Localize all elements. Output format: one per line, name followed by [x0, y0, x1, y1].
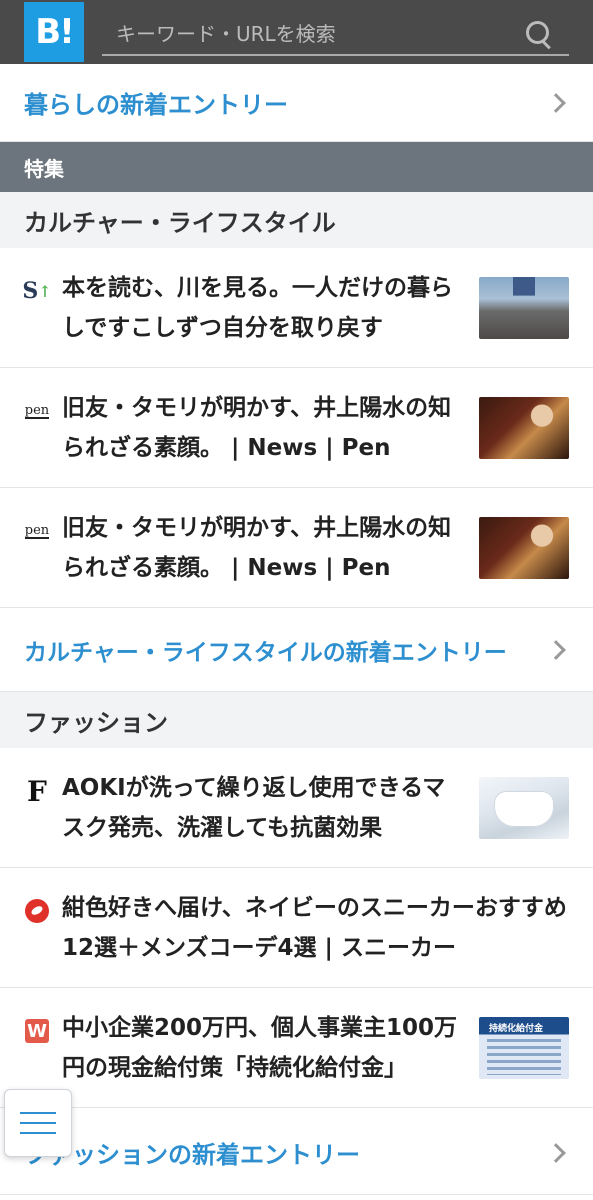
pen-icon: pen — [24, 522, 50, 539]
entry-item[interactable]: pen 旧友・タモリが明かす、井上陽水の知られざる素顔。 | News | Pe… — [0, 368, 593, 488]
hamburger-line — [20, 1122, 56, 1124]
category-more-link[interactable]: ファッションの新着エントリー — [0, 1111, 593, 1195]
entry-thumbnail[interactable]: 持続化給付金 — [479, 1016, 569, 1079]
hamburger-line — [20, 1112, 56, 1114]
entry-item[interactable]: W 中小企業200万円、個人事業主100万円の現金給付策「持続化給付金」 持続化… — [0, 988, 593, 1108]
entry-thumbnail[interactable] — [479, 396, 569, 459]
w-icon: W — [24, 1018, 50, 1044]
pen-icon: pen — [24, 402, 50, 419]
chevron-right-icon — [546, 92, 566, 113]
top-bar: B! — [0, 0, 593, 64]
entry-thumbnail[interactable] — [479, 276, 569, 339]
chevron-right-icon — [546, 639, 566, 660]
entry-thumbnail[interactable] — [479, 516, 569, 579]
category-more-link[interactable]: カルチャー・ライフスタイルの新着エントリー — [0, 608, 593, 692]
hatena-bookmark-logo[interactable]: B! — [24, 2, 84, 62]
entry-item[interactable]: F AOKIが洗って繰り返し使用できるマスク発売、洗濯しても抗菌効果 — [0, 748, 593, 868]
section-header: 特集 — [0, 142, 593, 192]
entry-item[interactable]: S ↑ 本を読む、川を見る。一人だけの暮らしですこしずつ自分を取り戻す — [0, 248, 593, 368]
entry-item[interactable]: pen 旧友・タモリが明かす、井上陽水の知られざる素顔。 | News | Pe… — [0, 488, 593, 608]
category-header: ファッション — [0, 692, 593, 748]
entry-title[interactable]: AOKIが洗って繰り返し使用できるマスク発売、洗濯しても抗菌効果 — [50, 768, 479, 848]
f-icon: F — [27, 774, 47, 808]
top-new-entries-link[interactable]: 暮らしの新着エントリー — [0, 64, 593, 142]
category-more-label: ファッションの新着エントリー — [24, 1141, 360, 1169]
top-new-entries-label: 暮らしの新着エントリー — [24, 91, 288, 119]
entry-title[interactable]: 中小企業200万円、個人事業主100万円の現金給付策「持続化給付金」 — [50, 1008, 479, 1088]
entry-title[interactable]: 旧友・タモリが明かす、井上陽水の知られざる素顔。 | News | Pen — [50, 388, 479, 468]
menu-button[interactable] — [4, 1089, 72, 1157]
entry-title[interactable]: 旧友・タモリが明かす、井上陽水の知られざる素顔。 | News | Pen — [50, 508, 479, 588]
search-icon[interactable] — [523, 18, 555, 50]
category-more-label: カルチャー・ライフスタイルの新着エントリー — [24, 639, 507, 666]
entry-item[interactable]: 紺色好きへ届け、ネイビーのスニーカーおすすめ12選＋メンズコーデ4選 | スニー… — [0, 868, 593, 988]
red-badge-icon — [24, 898, 50, 924]
s-arrow-icon: S ↑ — [22, 278, 52, 304]
search-bar — [102, 14, 569, 56]
search-input[interactable] — [102, 22, 523, 46]
category-header: カルチャー・ライフスタイル — [0, 192, 593, 248]
entry-thumbnail[interactable] — [479, 776, 569, 839]
entry-title[interactable]: 紺色好きへ届け、ネイビーのスニーカーおすすめ12選＋メンズコーデ4選 | スニー… — [50, 888, 569, 968]
chevron-right-icon — [546, 1142, 566, 1163]
hamburger-line — [20, 1132, 56, 1134]
entry-title[interactable]: 本を読む、川を見る。一人だけの暮らしですこしずつ自分を取り戻す — [50, 268, 479, 348]
